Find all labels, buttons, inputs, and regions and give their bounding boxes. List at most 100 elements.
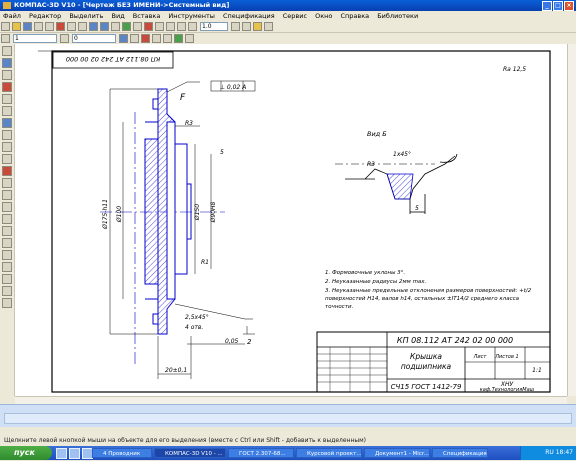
chamfer-label: 2,5х45°	[185, 314, 209, 321]
view-icon[interactable]	[60, 34, 69, 43]
refresh-icon[interactable]	[242, 22, 251, 31]
zoom-all-icon[interactable]	[188, 22, 197, 31]
close-button[interactable]: ×	[564, 1, 574, 11]
app-icon	[3, 2, 11, 9]
zoom-in-icon[interactable]	[155, 22, 164, 31]
dimension-lines	[109, 80, 256, 379]
menu-file[interactable]: Файл	[3, 12, 21, 20]
taskbar-button-explorer[interactable]: 4 Проводник	[92, 448, 152, 458]
save-icon[interactable]	[23, 22, 32, 31]
menu-libraries[interactable]: Библиотеки	[377, 12, 418, 20]
detail-width-label: 5	[415, 205, 419, 212]
cut-icon[interactable]	[56, 22, 65, 31]
grid-toggle-icon[interactable]	[174, 34, 183, 43]
menu-insert[interactable]: Вставка	[133, 12, 161, 20]
help-icon[interactable]	[144, 22, 153, 31]
step-icon[interactable]	[163, 34, 172, 43]
start-button[interactable]: пуск	[0, 446, 52, 460]
snap-icon[interactable]	[119, 34, 128, 43]
properties-icon[interactable]	[111, 22, 120, 31]
taskbar-button-project[interactable]: Курсовой проект...	[296, 448, 362, 458]
trim-icon[interactable]	[2, 298, 12, 308]
designation: КП 08.112 АТ 242 02 00 000	[397, 336, 513, 345]
measure-icon[interactable]	[2, 106, 12, 116]
open-icon[interactable]	[12, 22, 21, 31]
parametrization-icon[interactable]	[2, 94, 12, 104]
properties-panel	[0, 404, 576, 427]
point-icon[interactable]	[2, 190, 12, 200]
drawing-canvas[interactable]: КП 08.112 АТ 242 02 00 000 Ra 12,5 ⊥ 0,0…	[15, 44, 567, 396]
desktop-icon[interactable]	[56, 448, 67, 459]
style-field[interactable]: 1	[13, 34, 57, 43]
paste-icon[interactable]	[78, 22, 87, 31]
part-name-line1: Крышка	[410, 352, 442, 361]
menu-window[interactable]: Окно	[315, 12, 332, 20]
new-icon[interactable]	[1, 22, 10, 31]
geometry-icon[interactable]	[2, 46, 12, 56]
reports-icon[interactable]	[2, 154, 12, 164]
menu-edit[interactable]: Редактор	[29, 12, 61, 20]
zoom-window-icon[interactable]	[177, 22, 186, 31]
dim-bottom-label: 20±0,1	[165, 367, 187, 374]
system-tray-clock[interactable]: RU 18:47	[520, 446, 576, 460]
detail-chamfer-label: 1х45°	[393, 151, 411, 158]
spec-icon[interactable]	[2, 142, 12, 152]
note-line: точности.	[325, 304, 354, 310]
zoom-out-icon[interactable]	[166, 22, 175, 31]
ortho-icon[interactable]	[130, 34, 139, 43]
associative-view-icon[interactable]	[2, 130, 12, 140]
taskbar-button-kompas[interactable]: КОМПАС-3D V10 - ...	[154, 448, 226, 458]
zoom-field[interactable]: 1.0	[200, 22, 228, 31]
macro-icon[interactable]	[2, 178, 12, 188]
note-line: 2. Неуказанные радиусы 2мм max.	[325, 279, 427, 285]
line-icon[interactable]	[2, 202, 12, 212]
layer-field[interactable]: 0	[72, 34, 116, 43]
runout-label: 0,05	[225, 338, 239, 345]
print-icon[interactable]	[34, 22, 43, 31]
browser-icon[interactable]	[69, 448, 80, 459]
taskbar-button-word[interactable]: Документ1 - Micr...	[364, 448, 430, 458]
menu-tools[interactable]: Инструменты	[168, 12, 215, 20]
menu-view[interactable]: Вид	[112, 12, 125, 20]
insert-icon[interactable]	[2, 166, 12, 176]
designations-icon[interactable]	[2, 70, 12, 80]
dimensions-icon[interactable]	[2, 58, 12, 68]
menu-bar: Файл Редактор Выделить Вид Вставка Инстр…	[0, 11, 576, 21]
selection-icon[interactable]	[2, 118, 12, 128]
table-icon[interactable]	[2, 262, 12, 272]
vertical-scrollbar[interactable]	[567, 44, 576, 396]
dim-r2-label: R1	[201, 259, 209, 266]
chamfer-icon[interactable]	[2, 286, 12, 296]
grid-icon[interactable]	[264, 22, 273, 31]
menu-select[interactable]: Выделить	[69, 12, 103, 20]
menu-service[interactable]: Сервис	[283, 12, 307, 20]
coords-icon[interactable]	[152, 34, 161, 43]
note-line: поверхностей H14, валов h14, остальных ±…	[325, 296, 520, 302]
arc-icon[interactable]	[2, 226, 12, 236]
text-icon[interactable]	[2, 250, 12, 260]
local-cs-icon[interactable]	[141, 34, 150, 43]
preview-icon[interactable]	[45, 22, 54, 31]
library-icon[interactable]	[122, 22, 131, 31]
edit-icon[interactable]	[2, 82, 12, 92]
state-icon[interactable]	[1, 34, 10, 43]
taskbar-button-gost[interactable]: ГОСТ 2.307-68...	[228, 448, 294, 458]
standard-toolbar: 1.0	[0, 21, 576, 33]
hatch-icon[interactable]	[2, 238, 12, 248]
note-line: 3. Неуказанные предельные отклонения раз…	[325, 288, 532, 294]
taskbar-button-spec[interactable]: Спецификация...	[432, 448, 488, 458]
redo-icon[interactable]	[100, 22, 109, 31]
round-icon[interactable]	[185, 34, 194, 43]
minimize-button[interactable]: _	[542, 1, 552, 11]
menu-help[interactable]: Справка	[341, 12, 370, 20]
layers-icon[interactable]	[253, 22, 262, 31]
copy-icon[interactable]	[67, 22, 76, 31]
fillet-icon[interactable]	[2, 274, 12, 284]
properties-field[interactable]	[4, 413, 572, 424]
undo-icon[interactable]	[89, 22, 98, 31]
pan-icon[interactable]	[231, 22, 240, 31]
manager-icon[interactable]	[133, 22, 142, 31]
circle-icon[interactable]	[2, 214, 12, 224]
menu-specification[interactable]: Спецификация	[223, 12, 275, 20]
maximize-button[interactable]: □	[553, 1, 563, 11]
